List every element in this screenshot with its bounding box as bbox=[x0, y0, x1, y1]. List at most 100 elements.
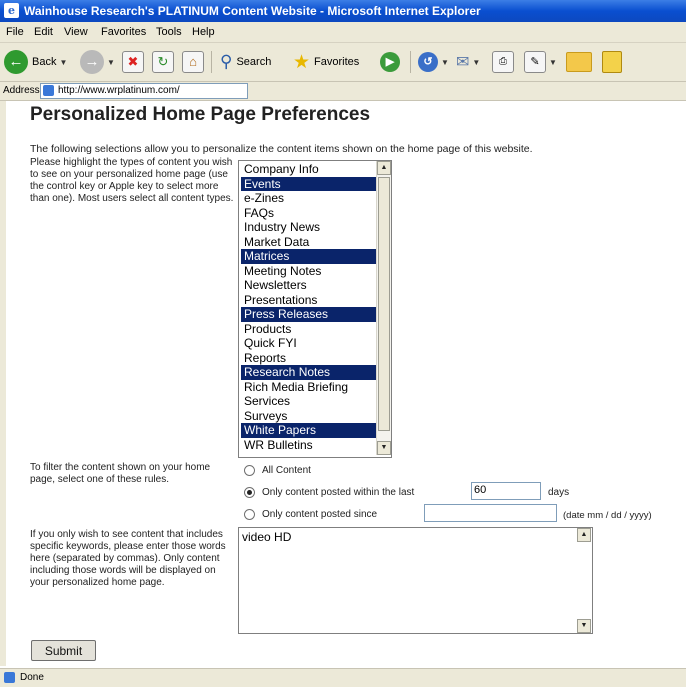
list-item[interactable]: Company Info bbox=[241, 162, 376, 177]
list-item[interactable]: Market Data bbox=[241, 235, 376, 250]
scroll-thumb[interactable] bbox=[378, 177, 390, 431]
submit-button[interactable]: Submit bbox=[31, 640, 96, 661]
date-format-hint: (date mm / dd / yyyy) bbox=[563, 510, 652, 521]
list-item[interactable]: Matrices bbox=[241, 249, 376, 264]
list-item[interactable]: WR Bulletins bbox=[241, 438, 376, 453]
toolbar-separator bbox=[211, 51, 212, 73]
list-item[interactable]: FAQs bbox=[241, 206, 376, 221]
list-item[interactable]: e-Zines bbox=[241, 191, 376, 206]
scroll-down-icon[interactable]: ▼ bbox=[377, 441, 391, 455]
search-icon: ⚲ bbox=[220, 52, 233, 71]
textarea-scrollbar[interactable]: ▲ ▼ bbox=[577, 528, 591, 633]
messenger-icon bbox=[602, 51, 622, 73]
page-icon bbox=[43, 85, 54, 96]
keywords-help: If you only wish to see content that inc… bbox=[30, 529, 226, 588]
search-label: Search bbox=[236, 56, 272, 68]
toolbar-separator bbox=[410, 51, 411, 73]
list-item[interactable]: Meeting Notes bbox=[241, 264, 376, 279]
list-item[interactable]: Research Notes bbox=[241, 365, 376, 380]
radio-within-days[interactable] bbox=[244, 487, 255, 498]
menu-view[interactable]: View bbox=[64, 26, 88, 38]
list-item[interactable]: White Papers bbox=[241, 423, 376, 438]
chevron-down-icon: ▼ bbox=[107, 57, 115, 67]
internet-explorer-icon: e bbox=[4, 3, 19, 18]
address-label: Address bbox=[3, 85, 40, 96]
filter-help: To filter the content shown on your home… bbox=[30, 462, 211, 485]
window-title-bar[interactable]: e Wainhouse Research's PLATINUM Content … bbox=[0, 0, 686, 22]
media-icon: ▶ bbox=[380, 52, 400, 72]
days-input[interactable]: 60 bbox=[471, 482, 541, 500]
since-date-input[interactable] bbox=[424, 504, 557, 522]
chevron-down-icon: ▼ bbox=[549, 57, 557, 67]
content-types-help: Please highlight the types of content yo… bbox=[30, 157, 234, 204]
menu-tools[interactable]: Tools bbox=[156, 26, 182, 38]
scroll-down-icon[interactable]: ▼ bbox=[577, 619, 591, 633]
keywords-value: video HD bbox=[242, 530, 292, 544]
keywords-textarea[interactable]: video HD bbox=[238, 527, 593, 634]
forward-button[interactable]: → ▼ bbox=[80, 49, 115, 75]
list-item[interactable]: Presentations bbox=[241, 293, 376, 308]
menu-edit[interactable]: Edit bbox=[34, 26, 53, 38]
radio-all-content[interactable] bbox=[244, 465, 255, 476]
media-button[interactable]: ▶ bbox=[380, 49, 400, 75]
favorites-button[interactable]: ★ Favorites bbox=[293, 49, 359, 75]
forward-arrow-icon: → bbox=[80, 50, 104, 74]
intro-text: The following selections allow you to pe… bbox=[30, 143, 533, 155]
list-item[interactable]: Press Releases bbox=[241, 307, 376, 322]
toolbar: ← Back ▼ → ▼ ✖ ↻ ⌂ ⚲ Search ★ Favorites … bbox=[0, 43, 686, 82]
edit-button[interactable]: ✎ ▼ bbox=[524, 49, 557, 75]
scroll-up-icon[interactable]: ▲ bbox=[377, 161, 391, 175]
refresh-button[interactable]: ↻ bbox=[152, 49, 174, 75]
star-icon: ★ bbox=[293, 51, 311, 73]
print-button[interactable]: ⎙ bbox=[492, 49, 514, 75]
chevron-down-icon: ▼ bbox=[441, 57, 449, 67]
menu-favorites[interactable]: Favorites bbox=[101, 26, 146, 38]
listbox-scrollbar[interactable]: ▲ ▼ bbox=[376, 161, 391, 455]
address-url: http://www.wrplatinum.com/ bbox=[58, 85, 180, 96]
back-button[interactable]: ← Back ▼ bbox=[4, 49, 67, 75]
radio-all-content-label: All Content bbox=[262, 465, 311, 476]
mail-icon: ✉ bbox=[456, 54, 470, 71]
folder-icon bbox=[566, 52, 592, 72]
status-text: Done bbox=[20, 672, 44, 683]
list-item[interactable]: Newsletters bbox=[241, 278, 376, 293]
list-item[interactable]: Quick FYI bbox=[241, 336, 376, 351]
refresh-icon: ↻ bbox=[152, 51, 174, 73]
menu-help[interactable]: Help bbox=[192, 26, 215, 38]
menu-file[interactable]: File bbox=[6, 26, 24, 38]
back-arrow-icon: ← bbox=[4, 50, 28, 74]
list-item[interactable]: Products bbox=[241, 322, 376, 337]
list-item[interactable]: Industry News bbox=[241, 220, 376, 235]
folder-button[interactable] bbox=[566, 49, 592, 75]
days-unit-label: days bbox=[548, 487, 570, 498]
list-item[interactable]: Events bbox=[241, 176, 376, 191]
search-button[interactable]: ⚲ Search bbox=[220, 49, 271, 75]
edit-icon: ✎ bbox=[524, 51, 546, 73]
address-input[interactable]: http://www.wrplatinum.com/ bbox=[40, 83, 248, 99]
stop-icon: ✖ bbox=[122, 51, 144, 73]
home-button[interactable]: ⌂ bbox=[182, 49, 204, 75]
content-types-listbox[interactable]: Company Info Events e-Zines FAQs Industr… bbox=[238, 160, 392, 458]
list-item[interactable]: Rich Media Briefing bbox=[241, 380, 376, 395]
radio-since-date[interactable] bbox=[244, 509, 255, 520]
home-icon: ⌂ bbox=[182, 51, 204, 73]
history-button[interactable]: ↺ ▼ bbox=[418, 49, 449, 75]
radio-since-date-label: Only content posted since bbox=[262, 509, 378, 520]
scroll-up-icon[interactable]: ▲ bbox=[577, 528, 591, 542]
list-item[interactable]: Reports bbox=[241, 351, 376, 366]
window-title: Wainhouse Research's PLATINUM Content We… bbox=[24, 4, 481, 18]
list-item[interactable]: Surveys bbox=[241, 409, 376, 424]
chevron-down-icon: ▼ bbox=[59, 57, 68, 67]
mail-button[interactable]: ✉ ▼ bbox=[456, 49, 480, 75]
status-bar: Done bbox=[0, 668, 686, 687]
list-item[interactable]: Services bbox=[241, 394, 376, 409]
page-done-icon bbox=[4, 672, 15, 683]
back-label: Back bbox=[32, 56, 57, 68]
print-icon: ⎙ bbox=[492, 51, 514, 73]
messenger-button[interactable] bbox=[602, 49, 622, 75]
address-bar: Address http://www.wrplatinum.com/ bbox=[0, 82, 686, 101]
favorites-label: Favorites bbox=[314, 56, 360, 68]
history-icon: ↺ bbox=[418, 52, 438, 72]
radio-within-days-label: Only content posted within the last bbox=[262, 487, 415, 498]
stop-button[interactable]: ✖ bbox=[122, 49, 144, 75]
